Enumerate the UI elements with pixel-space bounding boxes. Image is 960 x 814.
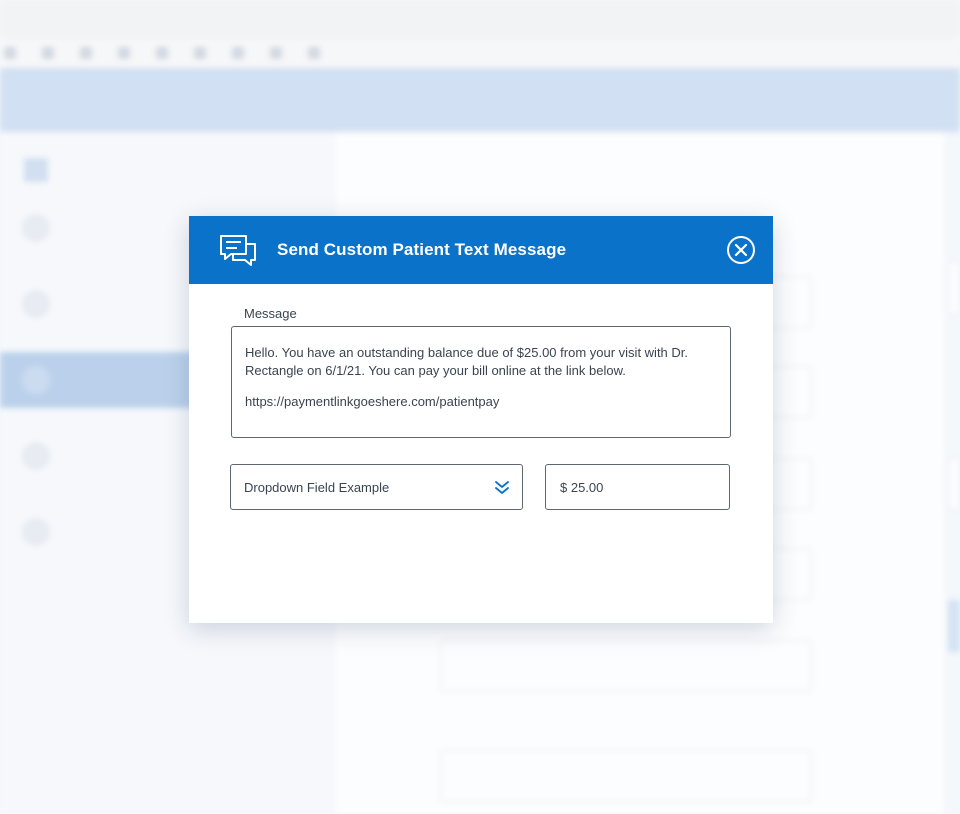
dropdown-field[interactable]: Dropdown Field Example — [230, 464, 523, 510]
amount-field[interactable]: $ 25.00 — [545, 464, 730, 510]
sidebar-item-icon — [22, 442, 50, 470]
message-payment-link-text: https://paymentlinkgoeshere.com/patientp… — [245, 394, 500, 409]
browser-url-bar — [0, 0, 960, 38]
bookmark-item — [156, 47, 174, 59]
sidebar-item-icon — [22, 214, 50, 242]
sidebar-item-icon — [22, 366, 50, 394]
browser-bookmarks-bar — [0, 38, 960, 68]
bookmark-item — [118, 47, 136, 59]
modal-header: Send Custom Patient Text Message — [189, 216, 773, 284]
dropdown-value: Dropdown Field Example — [244, 480, 390, 495]
bookmark-item — [4, 47, 22, 59]
bookmark-item — [194, 47, 212, 59]
chat-bubbles-icon — [219, 234, 257, 268]
message-body-text: Hello. You have an outstanding balance d… — [245, 345, 689, 378]
modal-title: Send Custom Patient Text Message — [277, 240, 567, 259]
sidebar-logo-square — [24, 158, 48, 182]
double-chevron-down-icon — [494, 479, 510, 495]
message-textarea[interactable]: Hello. You have an outstanding balance d… — [231, 326, 731, 438]
message-label: Message — [244, 306, 297, 321]
bookmark-item — [270, 47, 288, 59]
background-right-field — [948, 458, 960, 510]
bookmark-item — [80, 47, 98, 59]
bookmark-item — [308, 47, 326, 59]
background-field — [440, 640, 812, 692]
close-button[interactable] — [726, 235, 756, 265]
app-header — [0, 68, 960, 132]
background-right-field — [948, 262, 960, 314]
background-field — [440, 750, 812, 802]
sidebar-item-icon — [22, 518, 50, 546]
bookmark-item — [232, 47, 250, 59]
send-text-message-modal: Send Custom Patient Text Message Message… — [189, 216, 773, 623]
sidebar-item-icon — [22, 290, 50, 318]
amount-value: $ 25.00 — [560, 480, 604, 495]
bookmark-item — [42, 47, 60, 59]
close-circle-icon — [727, 236, 755, 264]
background-right-accent — [948, 600, 960, 652]
